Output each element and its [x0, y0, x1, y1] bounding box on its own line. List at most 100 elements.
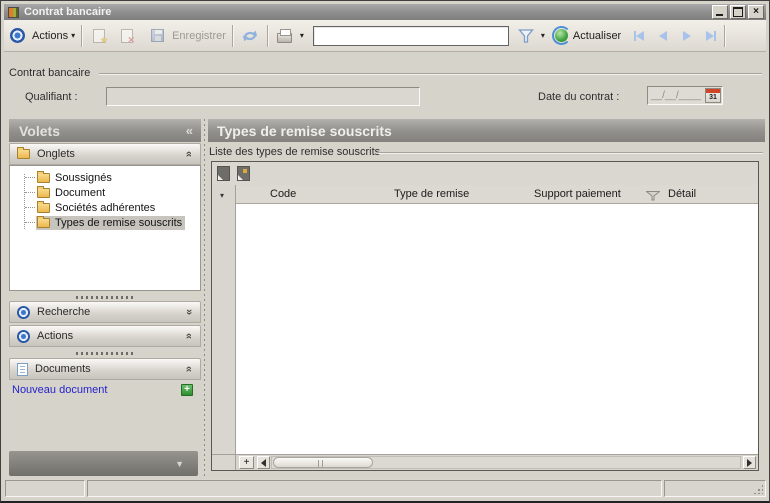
column-filter-icon[interactable]: [646, 191, 660, 201]
new-button[interactable]: [88, 25, 110, 47]
column-header-support-paiement[interactable]: Support paiement: [534, 188, 621, 200]
print-icon: [277, 29, 293, 43]
filter-button[interactable]: [515, 25, 537, 47]
save-button[interactable]: [146, 25, 168, 47]
open-folder-icon: [37, 215, 50, 228]
section-label-documents: Documents: [35, 363, 91, 375]
qualifiant-label: Qualifiant :: [25, 91, 78, 103]
append-row-button[interactable]: +: [239, 456, 254, 469]
delete-icon: [121, 28, 135, 46]
qualifiant-input[interactable]: [106, 87, 420, 106]
column-header-detail[interactable]: Détail: [668, 188, 696, 200]
calendar-icon[interactable]: 31: [705, 88, 721, 103]
print-button[interactable]: [274, 25, 296, 47]
toolbar-separator: [231, 24, 233, 47]
delete-button[interactable]: [116, 25, 138, 47]
nav-first-button[interactable]: [631, 29, 646, 43]
actions-target-icon: [10, 28, 25, 43]
sidebar-splitter-handle[interactable]: [9, 293, 201, 301]
remise-grid: Code Type de remise Support paiement Dét…: [211, 161, 759, 471]
save-button-label[interactable]: Enregistrer: [172, 30, 226, 42]
scrollbar-thumb[interactable]: [273, 457, 373, 468]
new-document-link[interactable]: Nouveau document: [12, 384, 181, 396]
maximize-button[interactable]: [730, 5, 746, 19]
status-panel-left: [5, 480, 85, 497]
resize-grip[interactable]: [753, 484, 763, 494]
column-header-code[interactable]: Code: [270, 188, 296, 200]
section-header-documents[interactable]: Documents »: [9, 358, 201, 380]
sidebar-collapse-icon[interactable]: «: [186, 123, 193, 138]
actions-target-icon: [17, 329, 30, 343]
grid-bottom-bar: +: [212, 454, 758, 470]
main-panel: Types de remise souscrits Liste des type…: [208, 119, 766, 476]
refresh-button[interactable]: Actualiser: [573, 30, 621, 42]
sidebar-collapsed-panel[interactable]: ▼: [9, 451, 198, 476]
main-toolbar: Actions ▾ Enregistrer ▾ ▾ Actualiser: [4, 20, 766, 52]
row-selector-icon: ▾: [220, 191, 225, 200]
title-bar: Contrat bancaire ×: [4, 4, 766, 20]
scroll-left-button[interactable]: [257, 456, 270, 469]
grid-layout-icon[interactable]: [217, 166, 230, 181]
sidebar-item-document[interactable]: Document: [10, 185, 198, 200]
sidebar-title: Volets: [19, 122, 60, 139]
add-document-icon[interactable]: +: [181, 384, 193, 396]
horizontal-scrollbar[interactable]: [271, 456, 741, 469]
column-header-type-de-remise[interactable]: Type de remise: [394, 188, 469, 200]
minimize-button[interactable]: [712, 5, 728, 19]
folder-icon: [37, 185, 50, 198]
app-icon: [8, 6, 19, 18]
tree-item-label: Soussignés: [55, 171, 112, 184]
sidebar-main-splitter[interactable]: [202, 119, 207, 476]
status-bar: [4, 479, 766, 498]
grid-layout-edit-icon[interactable]: [237, 166, 250, 181]
search-input[interactable]: [312, 25, 509, 46]
toolbar-separator: [724, 24, 726, 47]
toolbar-separator: [81, 24, 83, 47]
chevron-up-icon[interactable]: »: [183, 151, 195, 157]
date-input[interactable]: __/__/____ 31: [647, 86, 723, 105]
section-label-actions: Actions: [37, 330, 74, 342]
grid-toolbar: [212, 162, 758, 185]
recherche-target-icon: [17, 305, 30, 319]
main-panel-header: Types de remise souscrits: [208, 119, 765, 142]
tree-item-label: Types de remise souscrits: [55, 216, 183, 229]
section-header-recherche[interactable]: Recherche »: [9, 301, 201, 323]
close-icon: ×: [753, 6, 759, 17]
save-icon: [150, 29, 164, 42]
section-label-recherche: Recherche: [37, 306, 91, 318]
nav-last-button[interactable]: [703, 29, 718, 43]
row-indicator-column: [212, 185, 236, 454]
nav-previous-button[interactable]: [655, 29, 670, 43]
folder-icon: [37, 200, 50, 213]
actions-dropdown-icon[interactable]: ▾: [71, 31, 75, 40]
section-header-actions[interactable]: Actions »: [9, 325, 201, 347]
sidebar-item-types-de-remise-souscrits[interactable]: Types de remise souscrits: [10, 215, 198, 230]
chevron-up-icon[interactable]: »: [183, 333, 195, 339]
document-icon: [17, 362, 28, 376]
status-panel-right: [664, 480, 766, 497]
filter-funnel-icon: [518, 28, 534, 43]
close-button[interactable]: ×: [748, 5, 764, 19]
chevron-down-icon[interactable]: »: [183, 309, 195, 315]
group-divider: [99, 73, 762, 74]
nav-next-button[interactable]: [679, 29, 694, 43]
print-dropdown-icon[interactable]: ▾: [300, 31, 304, 40]
onglets-tree: Soussignés Document Sociétés adhérentes …: [9, 165, 201, 291]
filter-dropdown-icon[interactable]: ▾: [541, 31, 545, 40]
expand-panel-icon: ▼: [175, 458, 184, 469]
sidebar-splitter-handle[interactable]: [9, 349, 201, 357]
section-header-onglets[interactable]: Onglets »: [9, 143, 201, 165]
tree-item-label: Sociétés adhérentes: [55, 201, 156, 214]
actions-button[interactable]: Actions: [32, 30, 68, 42]
new-document-row: Nouveau document +: [12, 382, 193, 398]
sidebar-item-soussignes[interactable]: Soussignés: [10, 170, 198, 185]
sidebar-item-societes-adherentes[interactable]: Sociétés adhérentes: [10, 200, 198, 215]
sync-icon: [242, 30, 258, 41]
status-panel-middle: [87, 480, 662, 497]
scroll-right-button[interactable]: [743, 456, 756, 469]
contract-group-title: Contrat bancaire: [9, 67, 91, 79]
sync-button[interactable]: [239, 25, 261, 47]
page-title: Types de remise souscrits: [217, 122, 392, 139]
folder-icon: [17, 147, 30, 159]
chevron-up-icon[interactable]: »: [183, 366, 195, 372]
